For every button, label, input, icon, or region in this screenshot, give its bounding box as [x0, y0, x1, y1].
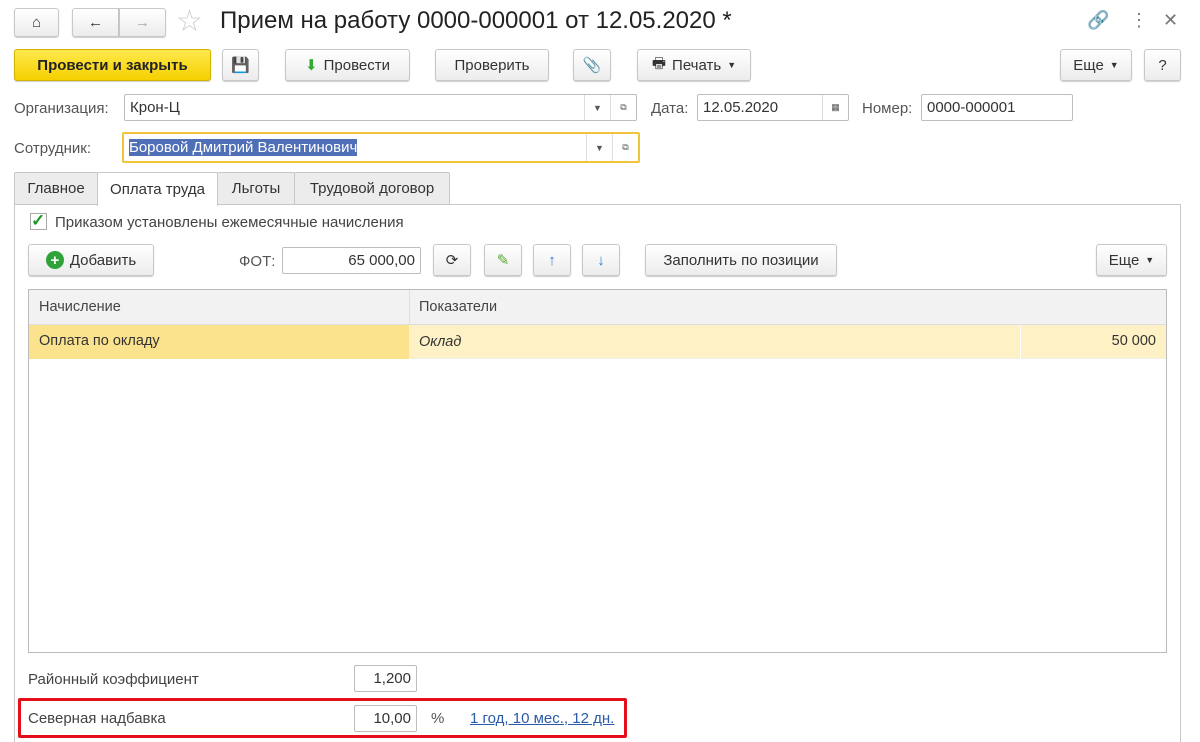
fot-field[interactable]: 65 000,00: [282, 247, 421, 274]
arrow-up-icon: ↑: [548, 251, 556, 269]
column-divider: [409, 290, 410, 325]
post-button[interactable]: ⬇ Провести: [285, 49, 410, 81]
save-button[interactable]: 💾: [222, 49, 259, 81]
fot-label: ФОТ:: [239, 253, 276, 270]
check-button[interactable]: Проверить: [435, 49, 549, 81]
refresh-icon: ⟳: [445, 252, 459, 269]
move-up-button[interactable]: ↑: [533, 244, 571, 276]
district-coefficient-field[interactable]: 1,200: [354, 665, 417, 692]
floppy-icon: 💾: [231, 57, 250, 74]
arrow-left-icon: ←: [88, 14, 103, 31]
column-header-indicators[interactable]: Показатели: [419, 299, 497, 315]
paperclip-icon: 📎: [582, 57, 602, 74]
close-icon[interactable]: ✕: [1163, 10, 1178, 31]
chevron-down-icon[interactable]: ▼: [586, 134, 612, 161]
percent-label: %: [431, 710, 445, 727]
pencil-icon: ✎: [496, 252, 510, 269]
back-button[interactable]: ←: [72, 8, 119, 37]
district-coefficient-label: Районный коэффициент: [28, 671, 199, 688]
accrual-cell: Оплата по окладу: [29, 325, 409, 359]
more-vertical-icon[interactable]: ⋮: [1130, 10, 1148, 31]
edit-button[interactable]: ✎: [484, 244, 522, 276]
post-icon: ⬇: [305, 57, 318, 74]
column-header-accrual[interactable]: Начисление: [39, 299, 121, 315]
date-field[interactable]: 12.05.2020 ▦: [697, 94, 849, 121]
home-button[interactable]: ⌂: [14, 8, 59, 37]
column-divider: [1020, 325, 1021, 359]
open-icon[interactable]: ⧉: [612, 134, 638, 161]
north-allowance-field[interactable]: 10,00: [354, 705, 417, 732]
tab-contract[interactable]: Трудовой договор: [294, 172, 450, 204]
forward-button[interactable]: →: [119, 8, 166, 37]
plus-circle-icon: +: [45, 251, 64, 269]
employee-field[interactable]: Боровой Дмитрий Валентинович ▼ ⧉: [122, 132, 640, 163]
date-label: Дата:: [651, 100, 689, 117]
arrow-right-icon: →: [135, 14, 150, 31]
print-button[interactable]: 🖶 Печать ▼: [637, 49, 751, 81]
favorite-star-icon[interactable]: ☆: [176, 4, 203, 39]
home-icon: ⌂: [31, 14, 42, 31]
attach-button[interactable]: 📎: [573, 49, 611, 81]
indicator-cell: Оклад: [419, 334, 462, 350]
employee-label: Сотрудник:: [14, 140, 92, 157]
printer-icon: 🖶: [651, 54, 667, 72]
tab-main[interactable]: Главное: [14, 172, 98, 204]
link-icon[interactable]: 🔗: [1087, 10, 1109, 31]
page-title: Прием на работу 0000-000001 от 12.05.202…: [220, 7, 732, 34]
tab-benefits[interactable]: Льготы: [217, 172, 295, 204]
north-experience-link[interactable]: 1 год, 10 мес., 12 дн.: [470, 710, 614, 727]
number-field[interactable]: 0000-000001: [921, 94, 1073, 121]
fill-by-position-button[interactable]: Заполнить по позиции: [645, 244, 837, 276]
table-more-button[interactable]: Еще ▼: [1096, 244, 1167, 276]
refresh-button[interactable]: ⟳: [433, 244, 471, 276]
monthly-accruals-checkbox[interactable]: ✓: [30, 212, 47, 230]
accruals-table: Начисление Показатели Оплата по окладу О…: [28, 289, 1167, 653]
north-allowance-label: Северная надбавка: [28, 710, 166, 727]
add-button[interactable]: + Добавить: [28, 244, 154, 276]
chevron-down-icon: ▼: [1145, 255, 1155, 265]
number-label: Номер:: [862, 100, 913, 117]
more-button[interactable]: Еще ▼: [1060, 49, 1132, 81]
calendar-icon[interactable]: ▦: [822, 95, 848, 120]
org-field[interactable]: Крон-Ц ▼ ⧉: [124, 94, 637, 121]
value-cell: 50 000: [1111, 333, 1156, 349]
help-button[interactable]: ?: [1144, 49, 1181, 81]
move-down-button[interactable]: ↓: [582, 244, 620, 276]
chevron-down-icon: ▼: [1109, 60, 1119, 70]
table-header: Начисление Показатели: [29, 290, 1166, 325]
tab-payment[interactable]: Оплата труда: [97, 172, 218, 206]
table-row[interactable]: Оплата по окладу Оклад 50 000: [29, 325, 1166, 359]
post-and-close-button[interactable]: Провести и закрыть: [14, 49, 211, 81]
monthly-accruals-label: Приказом установлены ежемесячные начисле…: [55, 214, 404, 231]
org-label: Организация:: [14, 100, 109, 117]
chevron-down-icon: ▼: [727, 60, 737, 70]
arrow-down-icon: ↓: [597, 251, 605, 269]
chevron-down-icon[interactable]: ▼: [584, 95, 610, 120]
open-icon[interactable]: ⧉: [610, 95, 636, 120]
